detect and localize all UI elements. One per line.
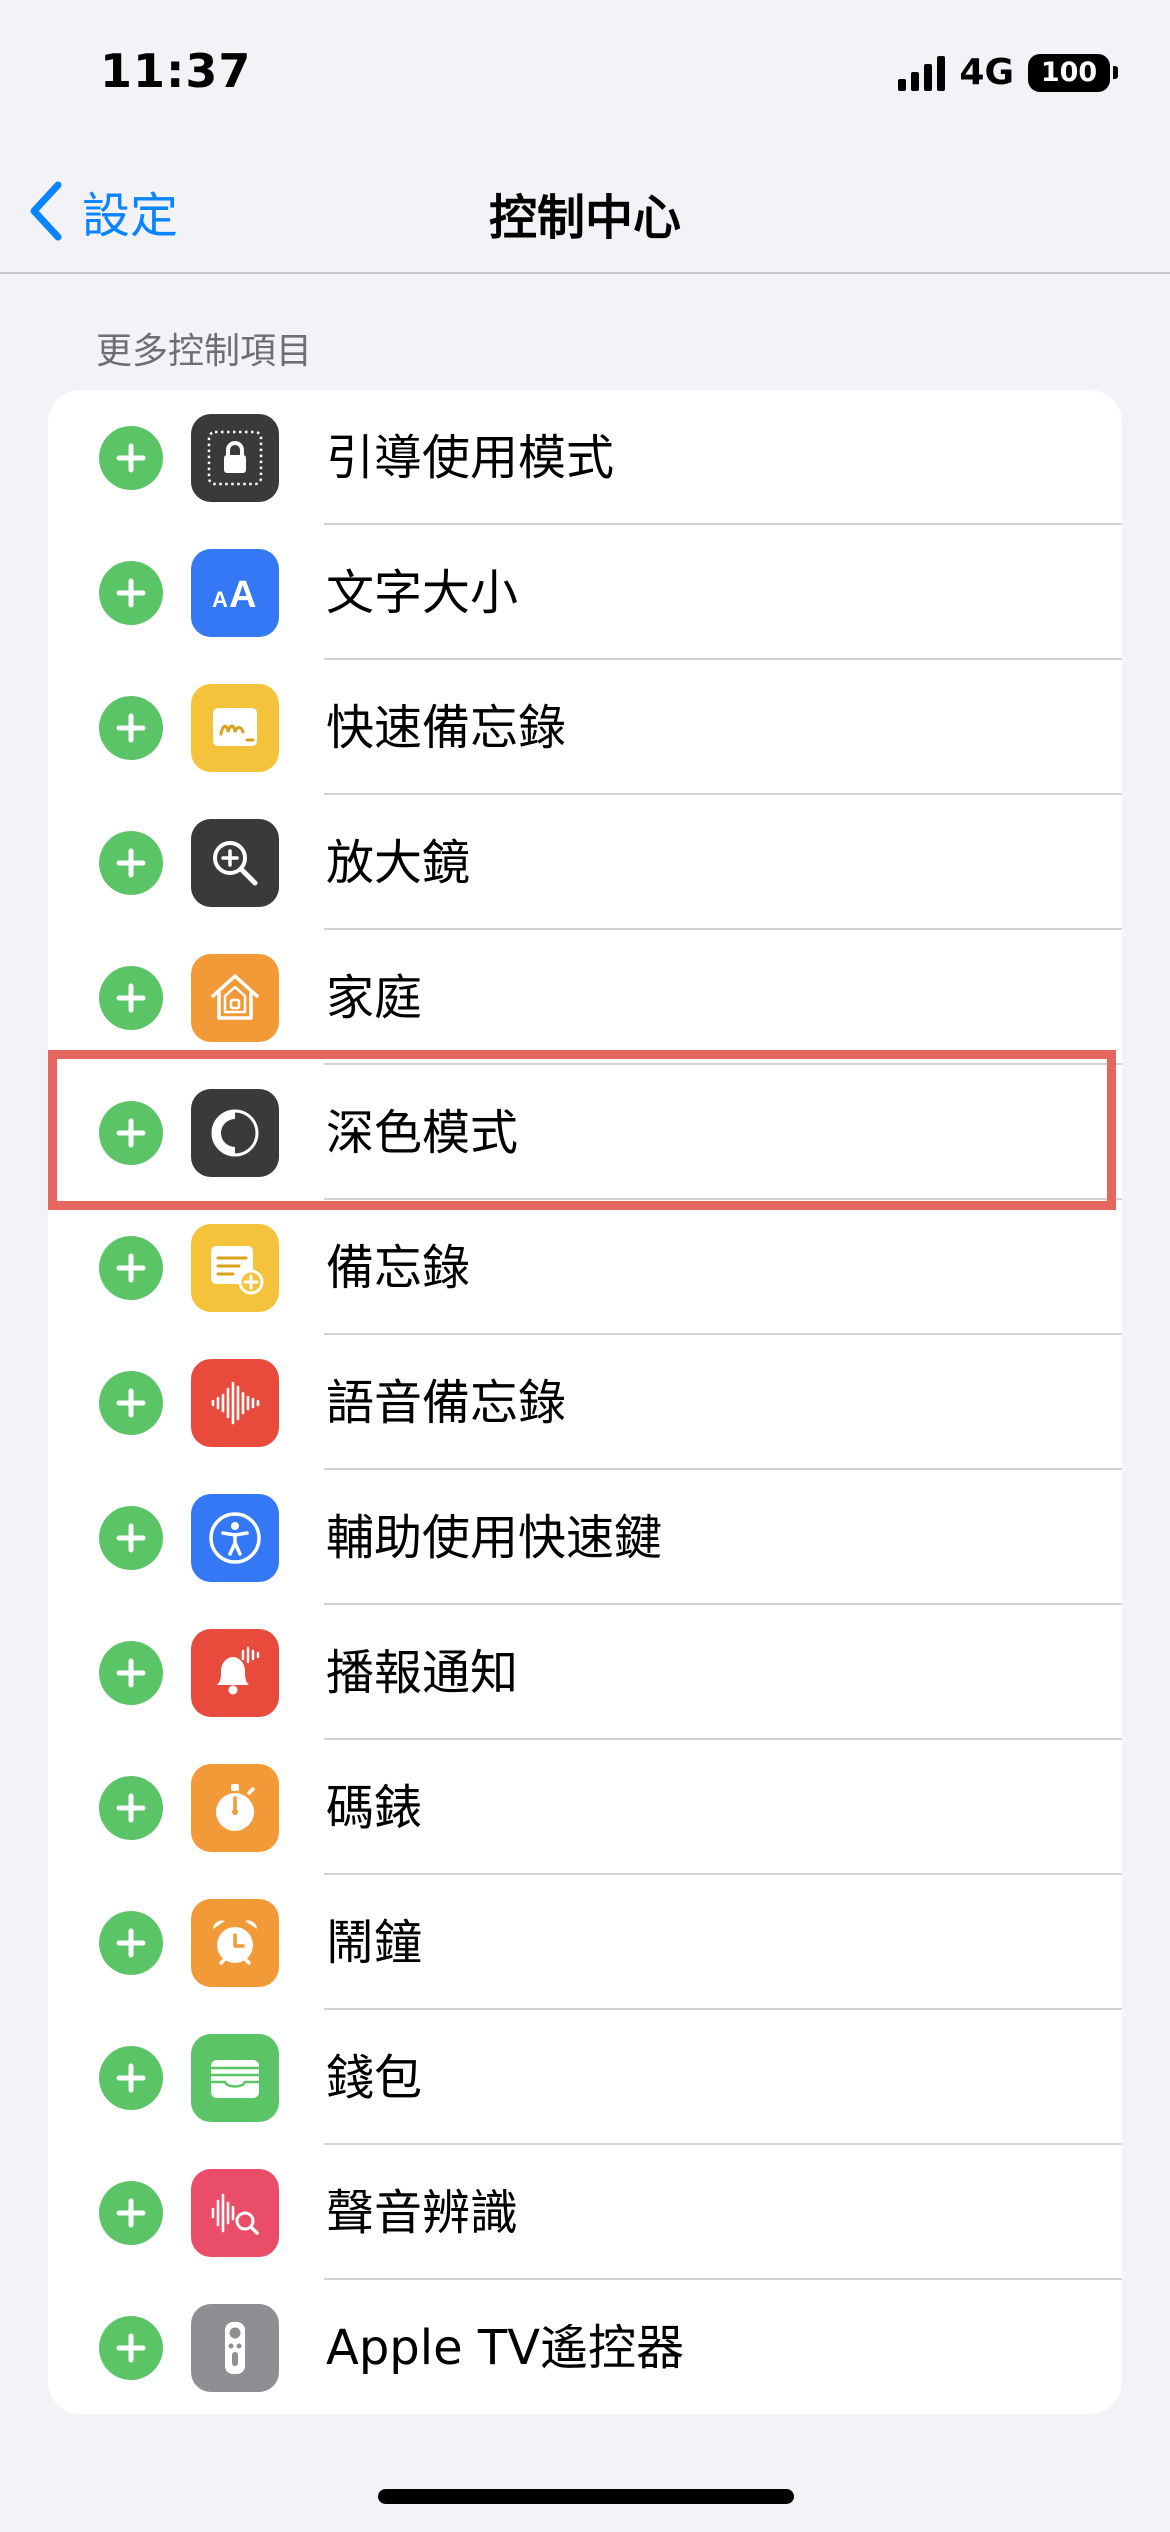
- control-item-label: 深色模式: [326, 1105, 519, 1161]
- plus-icon: [116, 2198, 146, 2228]
- add-button[interactable]: [99, 1101, 163, 1165]
- accessibility-icon: [191, 1494, 279, 1582]
- status-bar: 11:37 4G 100: [0, 0, 1170, 150]
- control-item-sound-recognition[interactable]: 聲音辨識: [48, 2145, 1122, 2280]
- control-item-label: 備忘錄: [326, 1240, 471, 1296]
- control-item-dark-mode[interactable]: 深色模式: [48, 1065, 1122, 1200]
- guided-access-icon: [191, 414, 279, 502]
- plus-icon: [116, 2333, 146, 2363]
- plus-icon: [116, 1658, 146, 1688]
- control-item-announce-notifications[interactable]: 播報通知: [48, 1605, 1122, 1740]
- network-type: 4G: [959, 52, 1014, 93]
- navigation-bar: 設定 控制中心: [0, 150, 1170, 274]
- plus-icon: [116, 848, 146, 878]
- plus-icon: [116, 983, 146, 1013]
- control-item-label: 聲音辨識: [326, 2185, 519, 2241]
- control-item-text-size[interactable]: A A 文字大小: [48, 525, 1122, 660]
- magnifier-icon: [191, 819, 279, 907]
- back-label: 設定: [82, 188, 179, 244]
- cellular-signal-icon: [898, 55, 946, 91]
- add-button[interactable]: [99, 831, 163, 895]
- control-item-label: 語音備忘錄: [326, 1375, 567, 1431]
- control-item-label: Apple TV遙控器: [326, 2320, 685, 2376]
- add-button[interactable]: [99, 1236, 163, 1300]
- plus-icon: [116, 1928, 146, 1958]
- chevron-left-icon: [30, 181, 62, 241]
- add-button[interactable]: [99, 1911, 163, 1975]
- plus-icon: [116, 443, 146, 473]
- plus-icon: [116, 1793, 146, 1823]
- battery-level: 100: [1028, 53, 1110, 92]
- svg-text:A: A: [229, 574, 256, 616]
- notes-icon: [191, 1224, 279, 1312]
- add-button[interactable]: [99, 561, 163, 625]
- apple-tv-remote-icon: [191, 2304, 279, 2392]
- home-icon: [191, 954, 279, 1042]
- control-item-label: 文字大小: [326, 565, 519, 621]
- control-item-label: 錢包: [326, 2050, 423, 2106]
- section-header: 更多控制項目: [96, 331, 313, 372]
- plus-icon: [116, 1118, 146, 1148]
- stopwatch-icon: [191, 1764, 279, 1852]
- control-item-label: 引導使用模式: [326, 430, 615, 486]
- control-item-voice-memos[interactable]: 語音備忘錄: [48, 1335, 1122, 1470]
- text-size-icon: A A: [191, 549, 279, 637]
- plus-icon: [116, 2063, 146, 2093]
- control-item-accessibility-shortcut[interactable]: 輔助使用快速鍵: [48, 1470, 1122, 1605]
- control-item-notes[interactable]: 備忘錄: [48, 1200, 1122, 1335]
- control-item-label: 輔助使用快速鍵: [326, 1510, 663, 1566]
- quick-note-icon: [191, 684, 279, 772]
- control-item-label: 家庭: [326, 970, 423, 1026]
- control-item-alarm[interactable]: 鬧鐘: [48, 1875, 1122, 2010]
- announce-notifications-icon: [191, 1629, 279, 1717]
- control-item-label: 播報通知: [326, 1645, 519, 1701]
- control-item-label: 快速備忘錄: [326, 700, 567, 756]
- control-item-guided-access[interactable]: 引導使用模式: [48, 390, 1122, 525]
- control-item-label: 鬧鐘: [326, 1915, 423, 1971]
- voice-memos-icon: [191, 1359, 279, 1447]
- control-item-label: 放大鏡: [326, 835, 471, 891]
- plus-icon: [116, 713, 146, 743]
- control-item-stopwatch[interactable]: 碼錶: [48, 1740, 1122, 1875]
- wallet-icon: [191, 2034, 279, 2122]
- control-item-label: 碼錶: [326, 1780, 423, 1836]
- more-controls-list: 引導使用模式 A A 文字大小 快速備忘錄 放大鏡 家庭 深色模式 備忘錄 語音…: [48, 390, 1122, 2414]
- plus-icon: [116, 1523, 146, 1553]
- sound-recognition-icon: [191, 2169, 279, 2257]
- add-button[interactable]: [99, 1506, 163, 1570]
- control-item-wallet[interactable]: 錢包: [48, 2010, 1122, 2145]
- add-button[interactable]: [99, 2181, 163, 2245]
- add-button[interactable]: [99, 1371, 163, 1435]
- alarm-icon: [191, 1899, 279, 1987]
- add-button[interactable]: [99, 2316, 163, 2380]
- add-button[interactable]: [99, 966, 163, 1030]
- dark-mode-icon: [191, 1089, 279, 1177]
- control-item-home[interactable]: 家庭: [48, 930, 1122, 1065]
- status-time: 11:37: [100, 44, 252, 98]
- home-indicator[interactable]: [378, 2489, 794, 2504]
- add-button[interactable]: [99, 2046, 163, 2110]
- battery-icon: 100: [1028, 53, 1118, 92]
- add-button[interactable]: [99, 426, 163, 490]
- status-indicators: 4G 100: [898, 52, 1118, 93]
- add-button[interactable]: [99, 696, 163, 760]
- control-item-quick-note[interactable]: 快速備忘錄: [48, 660, 1122, 795]
- svg-text:A: A: [212, 587, 228, 612]
- plus-icon: [116, 1388, 146, 1418]
- plus-icon: [116, 1253, 146, 1283]
- back-button[interactable]: 設定: [26, 176, 178, 246]
- add-button[interactable]: [99, 1776, 163, 1840]
- plus-icon: [116, 578, 146, 608]
- control-item-magnifier[interactable]: 放大鏡: [48, 795, 1122, 930]
- add-button[interactable]: [99, 1641, 163, 1705]
- control-item-apple-tv-remote[interactable]: Apple TV遙控器: [48, 2280, 1122, 2414]
